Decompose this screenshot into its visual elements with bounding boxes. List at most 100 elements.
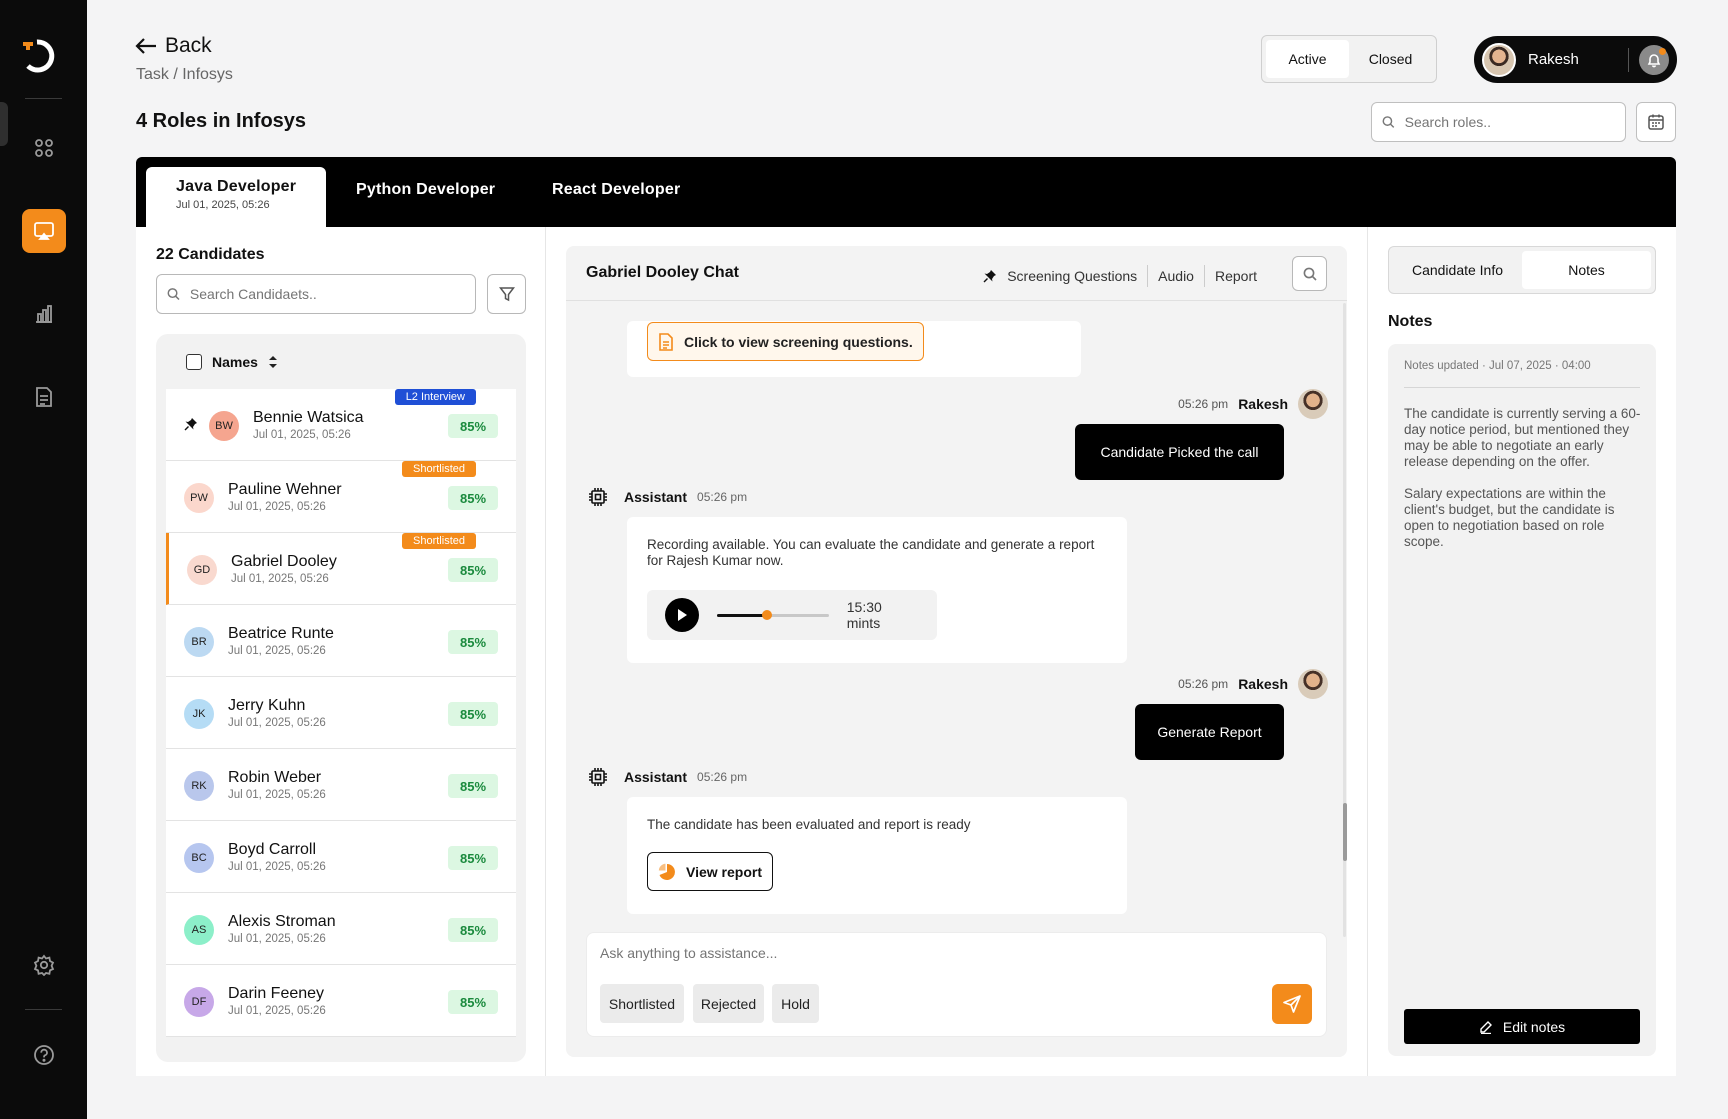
candidate-row[interactable]: GD Gabriel Dooley Jul 01, 2025, 05:26 85% Sh… [166, 533, 516, 605]
pin-icon[interactable] [184, 417, 198, 431]
candidate-row[interactable]: AS Alexis Stroman Jul 01, 2025, 05:26 85% [166, 893, 516, 965]
search-icon [1303, 267, 1317, 281]
send-button[interactable] [1272, 984, 1312, 1024]
notes-divider [1404, 387, 1640, 388]
sidebar-item-dashboard[interactable] [22, 126, 66, 170]
chip-rejected[interactable]: Rejected [693, 984, 764, 1023]
user-message: Candidate Picked the call [1075, 424, 1284, 480]
view-report-button[interactable]: View report [647, 852, 773, 891]
search-icon [167, 288, 180, 301]
arrow-left-icon [135, 38, 156, 54]
sidebar-item-documents[interactable] [22, 375, 66, 419]
candidate-list: Names BW Bennie Watsica Jul 01, 2025, 05:2… [156, 334, 526, 1062]
search-candidates [156, 274, 476, 314]
names-column-header[interactable]: Names [212, 354, 258, 370]
status-toggle: Active Closed [1261, 35, 1437, 83]
notes-text: The candidate is currently serving a 60-… [1404, 406, 1644, 550]
message-time: 05:26 pm [697, 490, 748, 504]
screening-questions-link[interactable]: Screening Questions [997, 268, 1147, 284]
screening-card: Click to view screening questions. [627, 321, 1081, 377]
message-meta: 05:26 pm Rakesh [1178, 389, 1328, 419]
logo-icon[interactable] [20, 36, 60, 74]
file-icon [659, 332, 673, 351]
monitor-icon [34, 222, 54, 240]
candidate-name: Pauline Wehner [228, 481, 342, 498]
chat-links: Screening Questions Audio Report [983, 265, 1267, 287]
candidate-name: Jerry Kuhn [228, 697, 306, 714]
notification-dot [1659, 47, 1666, 55]
avatar [1298, 389, 1328, 419]
tab-notes[interactable]: Notes [1522, 251, 1651, 289]
user-menu[interactable]: Rakesh [1474, 36, 1677, 83]
assistant-name: Assistant [624, 769, 688, 785]
audio-progress-handle[interactable] [762, 609, 773, 620]
search-roles [1371, 102, 1626, 142]
back-button[interactable]: Back [135, 34, 212, 58]
tab-python-developer[interactable]: Python Developer [356, 167, 506, 227]
play-button[interactable] [665, 598, 699, 632]
candidate-row[interactable]: RK Robin Weber Jul 01, 2025, 05:26 85% [166, 749, 516, 821]
avatar: GD [187, 555, 217, 585]
avatar: JK [184, 699, 214, 729]
chat-input[interactable] [600, 945, 1200, 961]
user-pill-separator [1628, 47, 1629, 72]
assistant-meta: Assistant 05:26 pm [588, 767, 747, 787]
edit-notes-button[interactable]: Edit notes [1404, 1009, 1640, 1044]
candidate-date: Jul 01, 2025, 05:26 [228, 861, 326, 873]
candidate-row[interactable]: BW Bennie Watsica Jul 01, 2025, 05:26 85% L2… [166, 389, 516, 461]
score-badge: 85% [448, 918, 498, 942]
candidate-name: Bennie Watsica [253, 409, 364, 426]
candidate-row[interactable]: DF Darin Feeney Jul 01, 2025, 05:26 85% [166, 965, 516, 1037]
message-time: 05:26 pm [1178, 677, 1229, 691]
chat-search-button[interactable] [1292, 256, 1327, 291]
score-badge: 85% [448, 846, 498, 870]
chip-icon [589, 768, 607, 786]
candidate-row[interactable]: PW Pauline Wehner Jul 01, 2025, 05:26 85% Sh… [166, 461, 516, 533]
search-roles-input[interactable] [1404, 114, 1615, 130]
score-badge: 85% [448, 774, 498, 798]
candidate-count: 22 Candidates [156, 246, 265, 263]
sidebar-item-interviews[interactable] [22, 209, 66, 253]
status-closed-option[interactable]: Closed [1349, 40, 1432, 78]
sidebar-item-settings[interactable] [22, 943, 66, 987]
view-report-label: View report [686, 863, 762, 880]
sort-icon[interactable] [268, 355, 278, 369]
tab-candidate-info[interactable]: Candidate Info [1393, 251, 1522, 289]
tab-date: Jul 01, 2025, 05:26 [176, 199, 270, 211]
tab-react-developer[interactable]: React Developer [552, 167, 702, 227]
filter-button[interactable] [487, 274, 526, 314]
candidate-row[interactable]: BR Beatrice Runte Jul 01, 2025, 05:26 85% [166, 605, 516, 677]
status-active-option[interactable]: Active [1266, 40, 1349, 78]
sidebar-item-analytics[interactable] [22, 292, 66, 336]
audio-progress-track[interactable] [716, 609, 829, 620]
calendar-button[interactable] [1636, 102, 1676, 142]
chat-header: Gabriel Dooley Chat Screening Questions … [566, 246, 1347, 301]
avatar: RK [184, 771, 214, 801]
audio-link[interactable]: Audio [1148, 268, 1204, 284]
search-candidates-input[interactable] [189, 286, 465, 302]
sidebar-item-help[interactable] [22, 1033, 66, 1077]
sidebar-divider [25, 1009, 62, 1010]
select-all-checkbox[interactable] [186, 353, 202, 370]
candidate-row[interactable]: JK Jerry Kuhn Jul 01, 2025, 05:26 85% [166, 677, 516, 749]
candidate-date: Jul 01, 2025, 05:26 [228, 501, 326, 513]
chat-scroll-thumb[interactable] [1343, 803, 1347, 861]
candidate-name: Boyd Carroll [228, 841, 317, 858]
notes-heading: Notes [1388, 313, 1433, 330]
report-link[interactable]: Report [1205, 268, 1267, 284]
candidate-name: Darin Feeney [228, 985, 325, 1002]
user-message: Generate Report [1135, 704, 1284, 760]
audio-progress-fill [716, 613, 768, 617]
tab-java-developer[interactable]: Java Developer Jul 01, 2025, 05:26 [146, 167, 326, 227]
candidate-row[interactable]: BC Boyd Carroll Jul 01, 2025, 05:26 85% [166, 821, 516, 893]
play-icon [677, 609, 687, 621]
avatar: BW [209, 411, 239, 441]
view-screening-questions-button[interactable]: Click to view screening questions. [647, 322, 924, 361]
pin-icon [983, 270, 997, 283]
notes-paragraph: Salary expectations are within the clien… [1404, 486, 1615, 549]
candidate-rows: BW Bennie Watsica Jul 01, 2025, 05:26 85% L2… [166, 389, 516, 1037]
chip-shortlisted[interactable]: Shortlisted [600, 984, 684, 1023]
notifications-button[interactable] [1639, 44, 1669, 75]
chip-hold[interactable]: Hold [772, 984, 819, 1023]
edit-notes-label: Edit notes [1502, 1018, 1566, 1035]
